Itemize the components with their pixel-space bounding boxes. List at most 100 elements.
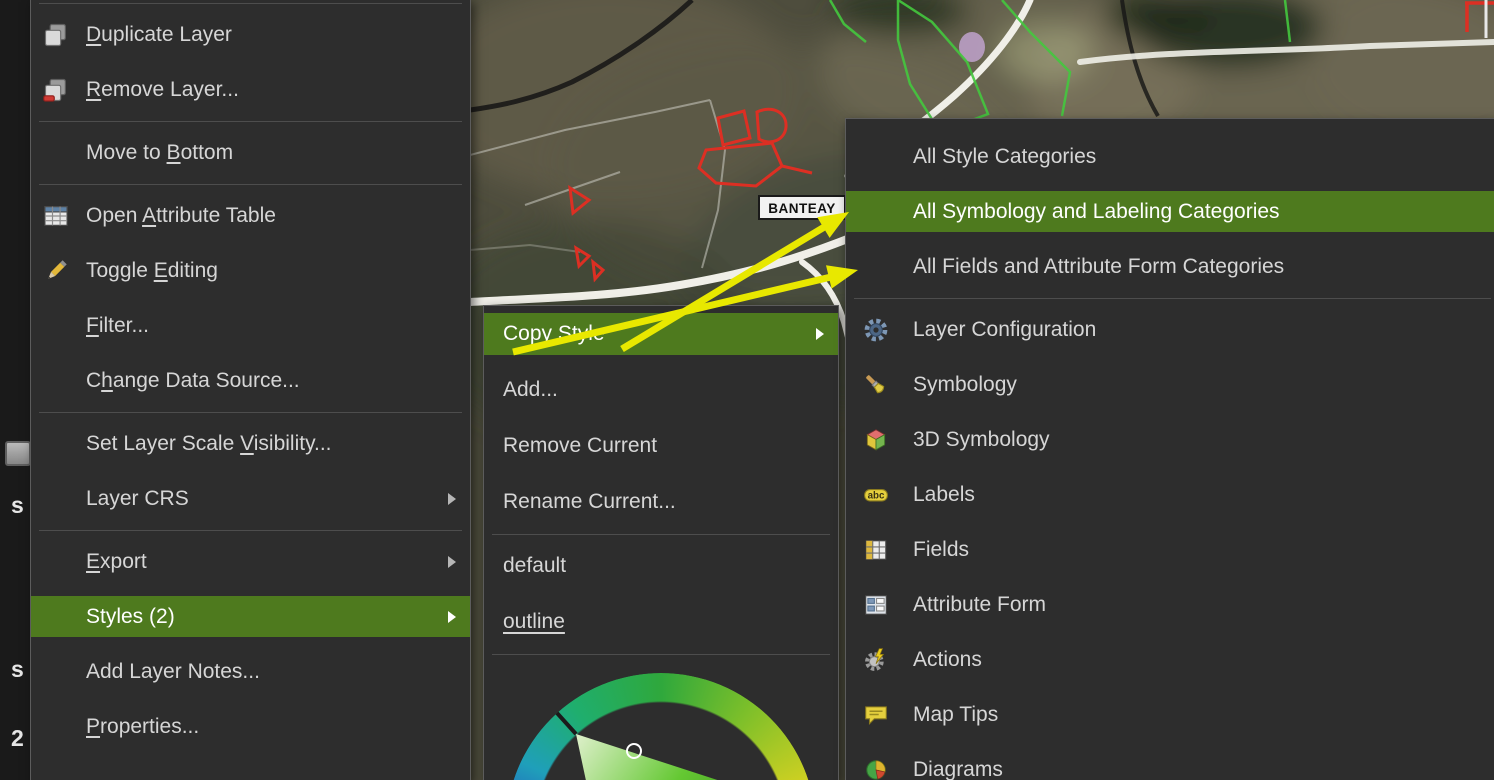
menu-item-add-layer-notes[interactable]: Add Layer Notes...: [31, 644, 470, 699]
icon-spacer: [862, 254, 890, 280]
menu-item-label: Remove Layer...: [86, 78, 239, 102]
menu-item-actions[interactable]: Actions: [846, 632, 1494, 687]
menu-item-diagrams[interactable]: Diagrams: [846, 742, 1494, 780]
menu-item-label: outline: [503, 610, 565, 634]
actions-icon: [862, 647, 890, 673]
menu-separator: [484, 530, 838, 538]
menu-item-copy-style[interactable]: Copy Style: [484, 306, 838, 362]
menu-item-label: Copy Style: [503, 322, 605, 346]
icon-spacer: [41, 603, 71, 631]
menu-item-remove-layer[interactable]: Remove Layer...: [31, 62, 470, 117]
menu-item-label: Diagrams: [913, 758, 1003, 780]
menu-item-all-fields-and-attribute-form-categories[interactable]: All Fields and Attribute Form Categories: [846, 239, 1494, 294]
menu-item-label: Actions: [913, 648, 982, 672]
symbology-3d-icon: [862, 427, 890, 453]
menu-item-all-style-categories[interactable]: All Style Categories: [846, 129, 1494, 184]
submenu-arrow-icon: [816, 328, 824, 340]
menu-item-label: Layer CRS: [86, 487, 189, 511]
menu-item-label: default: [503, 554, 566, 578]
menu-item-change-data-source[interactable]: Change Data Source...: [31, 353, 470, 408]
symbology-icon: [862, 372, 890, 398]
menu-item-label: Fields: [913, 538, 969, 562]
menu-item-label: Toggle Editing: [86, 259, 218, 283]
menu-separator: [31, 0, 470, 7]
menu-item-label: All Symbology and Labeling Categories: [913, 200, 1280, 224]
menu-item-label: All Fields and Attribute Form Categories: [913, 255, 1284, 279]
menu-item-styles[interactable]: Styles (2): [31, 589, 470, 644]
menu-item-map-tips[interactable]: Map Tips: [846, 687, 1494, 742]
menu-item-label: Symbology: [913, 373, 1017, 397]
menu-item-label: Rename Current...: [503, 490, 676, 514]
menu-item-label: Attribute Form: [913, 593, 1046, 617]
icon-spacer: [41, 548, 71, 576]
menu-item-toggle-editing[interactable]: Toggle Editing: [31, 243, 470, 298]
icon-spacer: [41, 713, 71, 741]
menu-item-all-symbology-and-labeling-categories[interactable]: All Symbology and Labeling Categories: [846, 184, 1494, 239]
panel-text-fragment: s: [11, 492, 24, 519]
menu-item-set-layer-scale-visibility[interactable]: Set Layer Scale Visibility...: [31, 416, 470, 471]
menu-item-symbology[interactable]: Symbology: [846, 357, 1494, 412]
menu-separator: [31, 526, 470, 534]
menu-item-export[interactable]: Export: [31, 534, 470, 589]
icon-spacer: [41, 312, 71, 340]
icon-spacer: [862, 144, 890, 170]
menu-item-remove-current[interactable]: Remove Current: [484, 418, 838, 474]
menu-item-open-attribute-table[interactable]: Open Attribute Table: [31, 188, 470, 243]
menu-item-layer-configuration[interactable]: Layer Configuration: [846, 302, 1494, 357]
labels-icon: abc: [862, 482, 890, 508]
menu-item-attribute-form[interactable]: Attribute Form: [846, 577, 1494, 632]
menu-separator: [31, 117, 470, 125]
icon-spacer: [41, 430, 71, 458]
map-place-label: BANTEAY: [759, 196, 845, 219]
menu-item-label: All Style Categories: [913, 145, 1096, 169]
icon-spacer: [41, 485, 71, 513]
menu-item-label: Filter...: [86, 314, 149, 338]
layer-context-menu: Duplicate Layer Remove Layer... Move to …: [30, 0, 471, 780]
menu-item-3d-symbology[interactable]: 3D Symbology: [846, 412, 1494, 467]
map-label-banteay: BANTEAY: [768, 201, 836, 216]
menu-item-label: Properties...: [86, 715, 199, 739]
diagrams-icon: [862, 757, 890, 780]
layer-configuration-icon: [862, 317, 890, 343]
menu-item-label: Change Data Source...: [86, 369, 300, 393]
menu-item-label: Export: [86, 550, 147, 574]
toggle-editing-icon: [41, 257, 71, 285]
menu-item-style-outline[interactable]: outline: [484, 594, 838, 650]
submenu-arrow-icon: [448, 556, 456, 568]
svg-text:abc: abc: [868, 490, 885, 501]
map-tips-icon: [862, 702, 890, 728]
icon-spacer: [41, 367, 71, 395]
menu-separator: [31, 408, 470, 416]
fields-icon: [862, 537, 890, 563]
color-wheel[interactable]: [506, 673, 816, 780]
menu-item-fields[interactable]: Fields: [846, 522, 1494, 577]
remove-layer-icon: [41, 76, 71, 104]
layers-panel-strip: s s 2: [0, 0, 30, 780]
menu-item-filter[interactable]: Filter...: [31, 298, 470, 353]
menu-item-labels[interactable]: abc Labels: [846, 467, 1494, 522]
icon-spacer: [862, 199, 890, 225]
menu-item-layer-crs[interactable]: Layer CRS: [31, 471, 470, 526]
attribute-table-icon: [41, 202, 71, 230]
menu-item-label: Labels: [913, 483, 975, 507]
menu-item-duplicate-layer[interactable]: Duplicate Layer: [31, 7, 470, 62]
panel-text-fragment: 2: [11, 725, 24, 752]
menu-item-properties[interactable]: Properties...: [31, 699, 470, 754]
icon-spacer: [41, 139, 71, 167]
submenu-arrow-icon: [448, 611, 456, 623]
menu-item-label: Open Attribute Table: [86, 204, 276, 228]
menu-separator: [31, 180, 470, 188]
menu-item-move-to-bottom[interactable]: Move to Bottom: [31, 125, 470, 180]
menu-item-label: Styles (2): [86, 605, 175, 629]
menu-item-label: Layer Configuration: [913, 318, 1096, 342]
panel-text-fragment: s: [11, 656, 24, 683]
copy-style-submenu: All Style Categories All Symbology and L…: [845, 118, 1494, 780]
menu-item-label: Remove Current: [503, 434, 657, 458]
menu-item-label: Set Layer Scale Visibility...: [86, 432, 332, 456]
menu-item-label: Add Layer Notes...: [86, 660, 260, 684]
styles-submenu: Copy Style Add... Remove Current Rename …: [483, 305, 839, 780]
menu-item-add-style[interactable]: Add...: [484, 362, 838, 418]
menu-item-rename-current[interactable]: Rename Current...: [484, 474, 838, 530]
menu-item-style-default[interactable]: default: [484, 538, 838, 594]
menu-item-label: Duplicate Layer: [86, 23, 232, 47]
